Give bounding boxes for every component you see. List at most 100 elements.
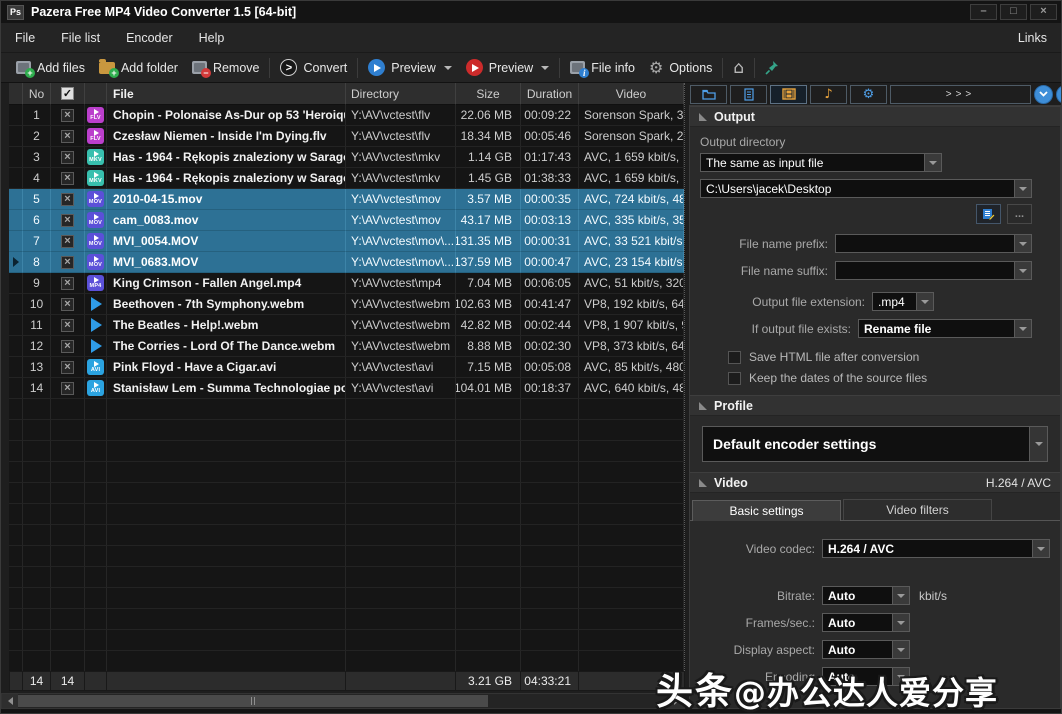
row-checkbox[interactable]: ×: [51, 252, 85, 273]
table-row[interactable]: 1×FLVChopin - Polonaise As-Dur op 53 'He…: [9, 105, 684, 126]
row-checkbox[interactable]: ×: [51, 273, 85, 294]
profile-group-header[interactable]: Profile: [690, 395, 1060, 416]
menu-encoder[interactable]: Encoder: [126, 31, 173, 45]
browse-more-button[interactable]: ...: [1007, 204, 1032, 224]
preview-input-button[interactable]: Preview: [361, 56, 458, 79]
panel-expander-button[interactable]: >>>: [890, 85, 1031, 104]
dropdown-arrow-icon[interactable]: [892, 641, 909, 658]
file-info-button[interactable]: i File info: [563, 58, 642, 78]
table-row[interactable]: 14×AVIStanisław Lem - Summa Technologiae…: [9, 378, 684, 399]
scroll-left-arrow[interactable]: [2, 694, 18, 708]
add-files-button[interactable]: + Add files: [9, 58, 92, 78]
row-checkbox[interactable]: ×: [51, 231, 85, 252]
remove-button[interactable]: − Remove: [185, 58, 267, 78]
options-button[interactable]: ⚙ Options: [642, 57, 719, 79]
dropdown-arrow-icon[interactable]: [924, 154, 941, 171]
toolbar: + Add files + Add folder − Remove > Conv…: [1, 53, 1061, 83]
row-checkbox[interactable]: ×: [51, 336, 85, 357]
header-no[interactable]: No: [23, 83, 51, 105]
output-directory-path-combo[interactable]: C:\Users\jacek\Desktop: [700, 179, 1032, 198]
keep-dates-checkbox[interactable]: [728, 372, 741, 385]
horizontal-scrollbar-thumb[interactable]: [18, 695, 488, 707]
menu-help[interactable]: Help: [199, 31, 225, 45]
horizontal-scrollbar[interactable]: [1, 693, 685, 709]
header-video[interactable]: Video: [579, 83, 684, 105]
row-checkbox[interactable]: ×: [51, 357, 85, 378]
fps-select[interactable]: Auto: [822, 613, 910, 632]
maximize-button[interactable]: □: [1000, 4, 1027, 20]
collapse-all-button[interactable]: [1034, 85, 1053, 104]
table-row[interactable]: 2×FLVCzesław Niemen - Inside I'm Dying.f…: [9, 126, 684, 147]
header-file[interactable]: File: [107, 83, 346, 105]
tab-video-filters[interactable]: Video filters: [843, 499, 992, 520]
close-button[interactable]: ×: [1030, 4, 1057, 20]
output-file-extension-select[interactable]: .mp4: [872, 292, 934, 311]
table-row[interactable]: 7×MOVMVI_0054.MOVY:\AV\vctest\mov\...131…: [9, 231, 684, 252]
tab-basic-settings[interactable]: Basic settings: [692, 500, 841, 521]
profile-select[interactable]: Default encoder settings: [702, 426, 1048, 462]
table-row[interactable]: 11×The Beatles - Help!.webmY:\AV\vctest\…: [9, 315, 684, 336]
file-name-suffix-input[interactable]: [835, 261, 1032, 280]
bitrate-select[interactable]: Auto: [822, 586, 910, 605]
row-checkbox[interactable]: ×: [51, 168, 85, 189]
table-row[interactable]: 5×MOV2010-04-15.movY:\AV\vctest\mov3.57 …: [9, 189, 684, 210]
dropdown-arrow-icon[interactable]: [916, 293, 933, 310]
table-row[interactable]: 10×Beethoven - 7th Symphony.webmY:\AV\vc…: [9, 294, 684, 315]
table-row[interactable]: 12×The Corries - Lord Of The Dance.webmY…: [9, 336, 684, 357]
row-checkbox[interactable]: ×: [51, 294, 85, 315]
tab-file-settings-icon-button[interactable]: [730, 85, 767, 104]
dropdown-arrow-icon[interactable]: [1014, 262, 1031, 279]
edit-output-directory-button[interactable]: [976, 204, 1001, 224]
preview-output-dropdown-icon[interactable]: [541, 66, 549, 70]
row-checkbox[interactable]: ×: [51, 378, 85, 399]
if-output-file-exists-select[interactable]: Rename file: [858, 319, 1032, 338]
tab-output-icon-button[interactable]: [690, 85, 727, 104]
output-group-header[interactable]: Output: [690, 106, 1060, 127]
dropdown-arrow-icon[interactable]: [892, 614, 909, 631]
output-directory-mode-select[interactable]: The same as input file: [700, 153, 942, 172]
row-checkbox[interactable]: ×: [51, 189, 85, 210]
tab-video-icon-button[interactable]: [770, 85, 807, 104]
table-row[interactable]: 8×MOVMVI_0683.MOVY:\AV\vctest\mov\...137…: [9, 252, 684, 273]
table-row[interactable]: 3×MKVHas - 1964 - Rękopis znaleziony w S…: [9, 147, 684, 168]
row-checkbox[interactable]: ×: [51, 210, 85, 231]
add-folder-button[interactable]: + Add folder: [92, 58, 185, 78]
video-group-header[interactable]: Video H.264 / AVC: [690, 472, 1060, 493]
dropdown-arrow-icon[interactable]: [1014, 180, 1031, 197]
table-row[interactable]: 4×MKVHas - 1964 - Rękopis znaleziony w S…: [9, 168, 684, 189]
file-table: No ✓ File Directory Size Duration Video …: [9, 83, 685, 671]
header-select-all-checkbox[interactable]: ✓: [51, 83, 85, 105]
dropdown-arrow-icon[interactable]: [1032, 540, 1049, 557]
dropdown-arrow-icon[interactable]: [1014, 235, 1031, 252]
dropdown-arrow-icon[interactable]: [1014, 320, 1031, 337]
menu-file[interactable]: File: [15, 31, 35, 45]
expand-all-button[interactable]: [1056, 85, 1062, 104]
table-row[interactable]: 13×AVIPink Floyd - Have a Cigar.aviY:\AV…: [9, 357, 684, 378]
preview-input-dropdown-icon[interactable]: [444, 66, 452, 70]
row-checkbox[interactable]: ×: [51, 126, 85, 147]
dropdown-arrow-icon[interactable]: [1029, 427, 1047, 461]
display-aspect-select[interactable]: Auto: [822, 640, 910, 659]
panel-body: Output Output directory The same as inpu…: [689, 105, 1062, 709]
menu-links[interactable]: Links: [1018, 31, 1047, 45]
row-checkbox[interactable]: ×: [51, 105, 85, 126]
video-codec-select[interactable]: H.264 / AVC: [822, 539, 1050, 558]
tab-audio-icon-button[interactable]: ♪: [810, 85, 847, 104]
header-size[interactable]: Size: [456, 83, 521, 105]
preview-output-button[interactable]: Preview: [459, 56, 556, 79]
tab-other-icon-button[interactable]: ⚙: [850, 85, 887, 104]
row-checkbox[interactable]: ×: [51, 315, 85, 336]
table-row[interactable]: 9×MP4King Crimson - Fallen Angel.mp4Y:\A…: [9, 273, 684, 294]
dropdown-arrow-icon[interactable]: [892, 587, 909, 604]
menu-file-list[interactable]: File list: [61, 31, 100, 45]
convert-button[interactable]: > Convert: [273, 56, 354, 79]
header-directory[interactable]: Directory: [346, 83, 456, 105]
home-button[interactable]: ⌂: [726, 57, 751, 79]
save-html-checkbox[interactable]: [728, 351, 741, 364]
pin-button[interactable]: [758, 57, 787, 78]
row-checkbox[interactable]: ×: [51, 147, 85, 168]
header-duration[interactable]: Duration: [521, 83, 579, 105]
minimize-button[interactable]: –: [970, 4, 997, 20]
file-name-prefix-input[interactable]: [835, 234, 1032, 253]
table-row[interactable]: 6×MOVcam_0083.movY:\AV\vctest\mov43.17 M…: [9, 210, 684, 231]
